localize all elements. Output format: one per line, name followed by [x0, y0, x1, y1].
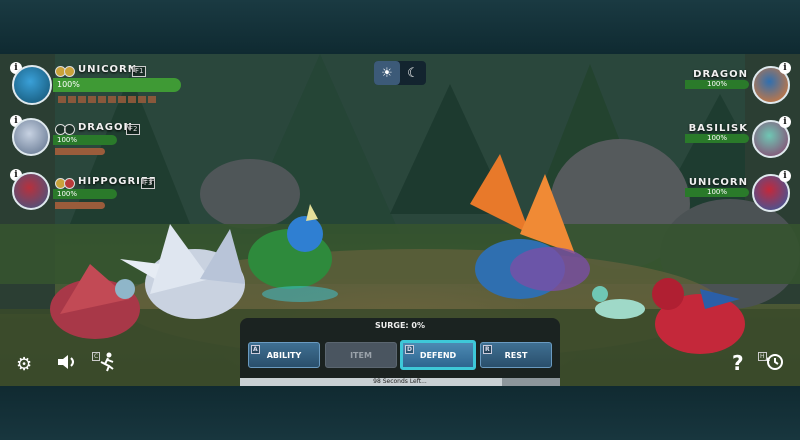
hotkey-badge: F3: [141, 178, 156, 189]
history-button[interactable]: H: [758, 352, 784, 377]
info-icon[interactable]: i: [779, 116, 791, 128]
hotkey-badge: A: [251, 345, 260, 354]
top-frame: [0, 0, 800, 54]
flee-button[interactable]: C: [92, 352, 116, 377]
rest-button-label: REST: [504, 350, 528, 360]
stamina-bar: [55, 202, 105, 209]
hotkey-badge: F1: [132, 66, 147, 77]
ability-button-label: ABILITY: [266, 350, 302, 360]
history-icon: [765, 354, 783, 370]
stamina-bar: [55, 148, 105, 155]
dark-mode-button[interactable]: ☾: [400, 61, 426, 85]
player-hippogriff-portrait[interactable]: [12, 172, 50, 210]
hotkey-badge: F2: [126, 124, 141, 135]
hotkey-badge: R: [483, 345, 492, 354]
theme-toggle[interactable]: ☀ ☾: [374, 61, 426, 85]
rest-button[interactable]: R REST: [480, 342, 552, 368]
turn-timer-bar: 98 Seconds Left...: [240, 378, 560, 386]
player-dragon-portrait[interactable]: [12, 118, 50, 156]
item-button[interactable]: ITEM: [325, 342, 397, 368]
light-mode-button[interactable]: ☀: [374, 61, 400, 85]
player-health-bar: 100%: [53, 135, 117, 145]
info-icon[interactable]: i: [779, 170, 791, 182]
help-button[interactable]: ?: [732, 351, 744, 375]
player-creature-name: DRAGON: [78, 122, 133, 133]
defend-button[interactable]: D DEFEND: [400, 340, 476, 370]
charm-icon: [64, 124, 75, 135]
enemy-unicorn-sprite: [652, 278, 745, 354]
player-health-bar: 100%: [53, 78, 181, 92]
enemy-creature-name: UNICORN: [688, 177, 748, 188]
enemy-creature-name: DRAGON: [693, 69, 748, 80]
charm-icon: [64, 178, 75, 189]
player-hippogriff-sprite: [50, 264, 140, 339]
enemy-health-bar: 100%: [685, 80, 749, 89]
hotkey-badge: H: [758, 352, 767, 361]
player-unicorn-sprite: [248, 204, 338, 302]
running-icon: [100, 352, 114, 372]
enemy-health-bar: 100%: [685, 188, 749, 197]
settings-button[interactable]: ⚙: [16, 354, 32, 375]
action-panel: SURGE: 0% A ABILITY ITEM D DEFEND R REST: [240, 318, 560, 378]
item-button-label: ITEM: [350, 350, 372, 360]
turn-timer-fill: [240, 378, 503, 386]
player-unicorn-portrait[interactable]: [12, 65, 52, 105]
sound-button[interactable]: [56, 353, 78, 376]
player-creature-name: UNICORN: [78, 64, 138, 75]
enemy-dragon-sprite: [470, 154, 590, 299]
hotkey-badge: D: [405, 345, 414, 354]
bottom-frame: [0, 386, 800, 440]
defend-button-label: DEFEND: [419, 350, 457, 360]
gear-icon: ⚙: [16, 354, 33, 375]
stamina-segments: [58, 96, 156, 103]
ability-button[interactable]: A ABILITY: [248, 342, 320, 368]
speaker-icon: [58, 355, 74, 369]
enemy-creature-name: BASILISK: [688, 123, 748, 134]
hotkey-badge: C: [92, 352, 101, 361]
info-icon[interactable]: i: [779, 62, 791, 74]
enemy-basilisk-sprite: [592, 286, 645, 319]
charm-icon: [64, 66, 75, 77]
gear-sun-icon: ☀: [381, 65, 393, 81]
enemy-health-bar: 100%: [685, 134, 749, 143]
surge-meter-label: SURGE: 0%: [374, 321, 425, 330]
moon-icon: ☾: [407, 65, 419, 81]
player-health-bar: 100%: [53, 189, 117, 199]
turn-timer-label: 98 Seconds Left...: [373, 378, 427, 385]
